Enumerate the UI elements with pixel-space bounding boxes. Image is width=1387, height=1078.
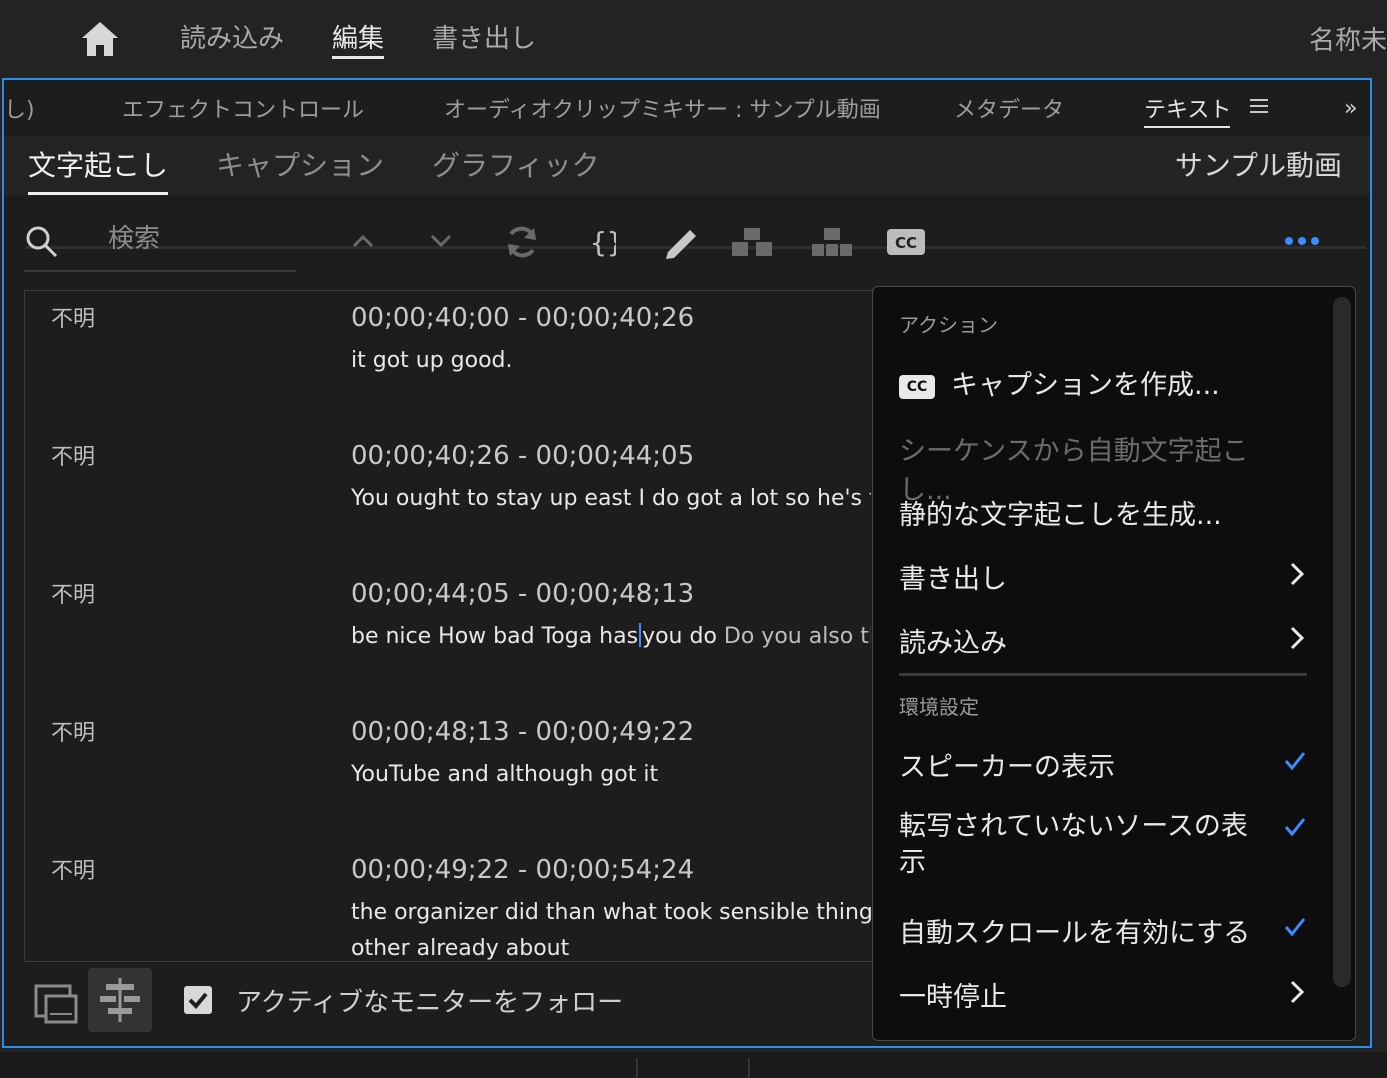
panel-menu-icon[interactable] [1250, 98, 1268, 114]
menu-item-generate-static[interactable]: 静的な文字起こしを生成... [899, 493, 1299, 532]
speaker-label[interactable]: 不明 [51, 715, 95, 747]
project-name: 名称未 [1308, 26, 1387, 56]
merge-segments-icon[interactable]: {} [588, 224, 616, 260]
segment-timecode: 00;00;40;00 - 00;00;40;26 [351, 303, 695, 333]
speaker-label[interactable]: 不明 [51, 439, 95, 471]
menu-item-label: 一時停止 [899, 982, 1007, 1013]
chevron-right-icon [1290, 980, 1305, 1004]
segment-timecode: 00;00;44;05 - 00;00;48;13 [351, 579, 695, 609]
segment-text-dim: Do you also the cop v [723, 624, 871, 649]
follow-monitor-checkbox[interactable] [184, 986, 212, 1014]
segment-timecode: 00;00;48;13 - 00;00;49;22 [351, 717, 695, 747]
menu-section-actions: アクション [899, 313, 998, 337]
menu-item-label: 読み込み [899, 628, 1007, 659]
pencil-icon[interactable] [662, 222, 700, 260]
tab-effect-controls[interactable]: エフェクトコントロール [122, 92, 364, 124]
segment-text-before-caret: be nice How bad Toga has [351, 624, 639, 649]
tab-edit[interactable]: 編集 [332, 18, 384, 55]
menu-item-export[interactable]: 書き出し [899, 557, 1299, 596]
menu-item-show-untranscribed[interactable]: 転写されていないソースの表示 [899, 809, 1269, 881]
segment-timecode: 00;00;49;22 - 00;00;54;24 [351, 855, 695, 885]
sequence-name: サンプル動画 [1174, 149, 1342, 182]
align-icon [100, 978, 140, 1022]
subtab-transcript[interactable]: 文字起こし [28, 144, 168, 184]
chevron-right-icon [1290, 626, 1305, 650]
follow-monitor-label[interactable]: アクティブなモニターをフォロー [236, 982, 623, 1019]
checkmark-icon [1284, 918, 1306, 937]
cc-icon-label: CC [895, 234, 917, 252]
panel-divider [636, 1058, 638, 1078]
tab-overflow-icon[interactable]: » [1344, 96, 1357, 121]
menu-item-pause[interactable]: 一時停止 [899, 975, 1299, 1014]
top-navigation-bar: 読み込み 編集 書き出し 名称未 [0, 0, 1387, 78]
search-icon[interactable] [24, 224, 60, 260]
segment-text-line2[interactable]: other already about [351, 931, 871, 961]
chevron-up-icon[interactable] [350, 228, 376, 254]
more-options-icon[interactable] [1284, 234, 1320, 248]
menu-item-label: 書き出し [899, 564, 1007, 595]
search-underline [24, 270, 296, 272]
text-caret [639, 623, 642, 647]
panel-tab-bar: し) エフェクトコントロール オーディオクリップミキサー : サンプル動画 メタ… [4, 80, 1370, 136]
menu-item-import[interactable]: 読み込み [899, 621, 1299, 660]
chevron-down-icon[interactable] [428, 228, 454, 254]
active-tab-underline [332, 56, 384, 59]
active-panel-tab-underline [1144, 126, 1230, 128]
checkmark-icon [1284, 818, 1306, 837]
tab-metadata[interactable]: メタデータ [954, 92, 1064, 124]
text-subtabs: 文字起こし キャプション グラフィック サンプル動画 [4, 136, 1370, 249]
active-subtab-underline [28, 192, 168, 195]
segment-text[interactable]: be nice How bad Toga has you do Do you al… [351, 619, 871, 655]
tab-import[interactable]: 読み込み [180, 18, 284, 55]
speaker-label[interactable]: 不明 [51, 853, 95, 885]
segment-timecode: 00;00;40;26 - 00;00;44;05 [351, 441, 695, 471]
align-segments-button[interactable] [88, 968, 152, 1032]
tab-cut-left[interactable]: し) [4, 92, 35, 124]
subtab-captions[interactable]: キャプション [216, 144, 384, 184]
menu-item-show-speakers[interactable]: スピーカーの表示 [899, 745, 1299, 784]
panel-options-menu: アクション CC キャプションを作成... シーケンスから自動文字起こし... 静… [872, 286, 1356, 1041]
menu-divider [899, 673, 1307, 676]
home-icon[interactable] [80, 20, 120, 58]
menu-scrollbar[interactable] [1333, 297, 1351, 987]
bottom-panel-strip [0, 1052, 1387, 1078]
svg-text:{}: {} [590, 226, 616, 259]
sequence-view-icon[interactable] [32, 980, 78, 1026]
assign-speaker-icon[interactable] [810, 226, 854, 258]
search-input[interactable] [106, 220, 290, 258]
tab-audio-clip-mixer[interactable]: オーディオクリップミキサー : サンプル動画 [444, 92, 881, 124]
cc-icon[interactable]: CC [886, 228, 926, 256]
menu-section-preferences: 環境設定 [899, 695, 979, 719]
speaker-label[interactable]: 不明 [51, 577, 95, 609]
speaker-label[interactable]: 不明 [51, 301, 95, 333]
chevron-right-icon [1290, 562, 1305, 586]
menu-item-label: キャプションを作成... [951, 370, 1220, 401]
segment-text-after-caret: you do [642, 624, 717, 649]
panel-divider [748, 1058, 750, 1078]
menu-item-auto-scroll[interactable]: 自動スクロールを有効にする [899, 911, 1299, 950]
checkmark-icon [1284, 752, 1306, 771]
segment-text[interactable]: it got up good. [351, 343, 871, 379]
segment-text[interactable]: the organizer did than what took sensibl… [351, 895, 871, 931]
checkmark-icon [188, 992, 208, 1009]
menu-item-create-captions[interactable]: CC キャプションを作成... [899, 363, 1299, 402]
segment-text[interactable]: You ought to stay up east I do got a lot… [351, 481, 871, 517]
cc-icon: CC [899, 375, 935, 399]
segment-text[interactable]: YouTube and although got it [351, 757, 871, 793]
split-speaker-icon[interactable] [730, 226, 774, 258]
subtab-graphics[interactable]: グラフィック [432, 144, 599, 184]
tab-export[interactable]: 書き出し [432, 18, 536, 55]
tab-text[interactable]: テキスト [1144, 92, 1231, 124]
refresh-icon[interactable] [504, 224, 540, 260]
